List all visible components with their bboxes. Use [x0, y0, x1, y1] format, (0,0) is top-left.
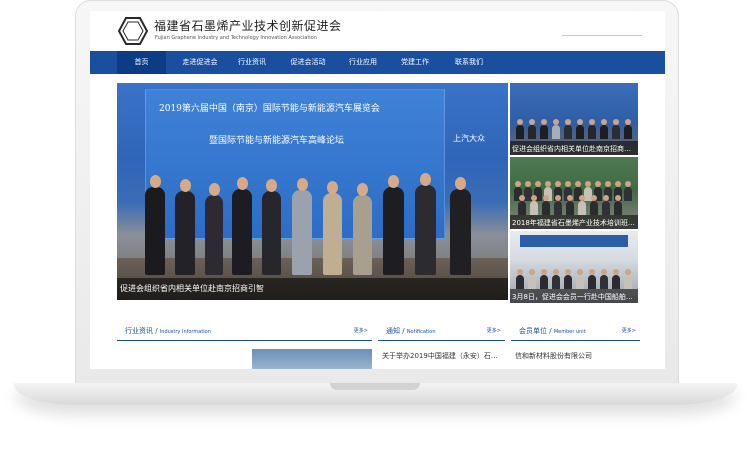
thumb-person — [540, 269, 548, 289]
nav-item-applications[interactable]: 行业应用 — [342, 51, 384, 74]
thumb-banner — [520, 235, 628, 247]
more-link[interactable]: 更多> — [622, 327, 636, 334]
thumb-person — [518, 195, 526, 215]
photo-person — [232, 177, 252, 275]
section-title-en: Member unit — [553, 329, 586, 335]
thumb-person — [528, 269, 536, 289]
nav-item-contact[interactable]: 联系我们 — [448, 51, 490, 74]
thumb-person — [552, 119, 560, 139]
thumbnail-caption: 促进会组织省内相关单位赴南京招商引智 — [512, 145, 636, 153]
section-notification: 通知 / Notification 更多> 关于举办2019中国福建（永安）石墨… — [378, 311, 505, 369]
photo-person — [145, 175, 165, 275]
section-title-cn: 会员单位 — [519, 327, 547, 335]
thumb-person — [578, 195, 586, 215]
photo-person — [415, 173, 436, 275]
thumb-person — [566, 195, 574, 215]
thumb-person — [612, 269, 620, 289]
site-title: 福建省石墨烯产业技术创新促进会 — [154, 19, 342, 33]
thumbnail-caption-bar: 促进会组织省内相关单位赴南京招商引智 — [510, 141, 638, 155]
news-thumbnail[interactable] — [252, 349, 372, 369]
nav-item-about[interactable]: 走进促进会 — [175, 51, 225, 74]
member-item[interactable]: 信和新材料股份有限公司 — [515, 351, 635, 361]
nav-item-industry-news[interactable]: 行业资讯 — [231, 51, 273, 74]
photo-person — [175, 179, 195, 275]
thumb-person — [564, 119, 572, 139]
photo-person — [383, 175, 404, 275]
hero-caption: 促进会组织省内相关单位赴南京招商引智 — [120, 284, 264, 293]
section-title-cn: 行业资讯 — [125, 327, 153, 335]
thumbnail-1[interactable]: 促进会组织省内相关单位赴南京招商引智 — [510, 83, 638, 155]
site-header: 福建省石墨烯产业技术创新促进会 Fujian Graphene Industry… — [90, 11, 665, 51]
thumb-person — [576, 269, 584, 289]
section-title: 会员单位 / Member unit — [519, 327, 586, 335]
thumbnail-caption-bar: 2018年福建省石墨烯产业技术培训班圆满结束 — [510, 215, 638, 229]
thumbnail-caption: 3月8日，促进会会员一行赴中国船舶重工集团 — [512, 293, 636, 301]
thumb-person — [516, 119, 524, 139]
section-title-en: Notification — [406, 329, 436, 335]
thumb-person — [588, 119, 596, 139]
main-nav: 首页 走进促进会 行业资讯 促进会活动 行业应用 党建工作 联系我们 — [90, 51, 665, 74]
thumb-person — [590, 195, 598, 215]
thumbnail-2[interactable]: 2018年福建省石墨烯产业技术培训班圆满结束 — [510, 157, 638, 229]
more-link[interactable]: 更多> — [487, 327, 501, 334]
thumb-person — [624, 119, 632, 139]
section-title: 通知 / Notification — [386, 327, 436, 335]
photo-person — [205, 183, 223, 275]
site-subtitle: Fujian Graphene Industry and Technology … — [155, 35, 317, 41]
more-link[interactable]: 更多> — [354, 327, 368, 334]
nav-item-home[interactable]: 首页 — [117, 51, 166, 74]
photo-person — [450, 177, 471, 275]
thumb-person — [554, 195, 562, 215]
thumb-person — [600, 119, 608, 139]
section-member-units: 会员单位 / Member unit 更多> 信和新材料股份有限公司 — [511, 311, 640, 369]
search-underline[interactable] — [562, 35, 642, 36]
thumb-person — [624, 269, 632, 289]
thumb-person — [528, 119, 536, 139]
thumb-person — [624, 181, 632, 201]
photo-person — [262, 179, 281, 275]
thumb-person — [530, 195, 538, 215]
thumb-person — [602, 195, 610, 215]
thumb-person — [612, 119, 620, 139]
photo-person — [323, 181, 342, 275]
thumbnail-3[interactable]: 3月8日，促进会会员一行赴中国船舶重工集团 — [510, 231, 638, 303]
section-title-cn: 通知 — [386, 327, 400, 335]
notice-item[interactable]: 关于举办2019中国福建（永安）石墨烯 — [382, 351, 500, 361]
thumb-person — [576, 119, 584, 139]
browser-viewport: 福建省石墨烯产业技术创新促进会 Fujian Graphene Industry… — [90, 11, 665, 369]
nav-item-activities[interactable]: 促进会活动 — [282, 51, 334, 74]
section-header: 通知 / Notification 更多> — [378, 321, 505, 341]
thumb-person — [564, 269, 572, 289]
thumbnail-caption: 2018年福建省石墨烯产业技术培训班圆满结束 — [512, 219, 636, 227]
photo-person — [292, 178, 312, 275]
section-header: 行业资讯 / Industry Information 更多> — [117, 321, 372, 341]
hero-slide[interactable]: 2019第六届中国（南京）国际节能与新能源汽车展览会 暨国际节能与新能源汽车高峰… — [117, 83, 508, 300]
hero-banner-line2: 暨国际节能与新能源汽车高峰论坛 — [209, 136, 345, 146]
photo-person — [353, 183, 372, 275]
section-title: 行业资讯 / Industry Information — [125, 327, 211, 335]
section-header: 会员单位 / Member unit 更多> — [511, 321, 640, 341]
laptop-notch — [330, 383, 420, 390]
hexagon-logo-icon[interactable] — [117, 15, 149, 47]
section-industry-info: 行业资讯 / Industry Information 更多> — [117, 311, 372, 369]
nav-item-party-work[interactable]: 党建工作 — [394, 51, 436, 74]
thumb-person — [516, 269, 524, 289]
thumb-person — [588, 269, 596, 289]
hero-brand-mark: 上汽大众 — [453, 134, 485, 143]
thumb-person — [600, 269, 608, 289]
thumb-person — [552, 269, 560, 289]
hero-banner-line1: 2019第六届中国（南京）国际节能与新能源汽车展览会 — [159, 104, 380, 114]
thumbnail-caption-bar: 3月8日，促进会会员一行赴中国船舶重工集团 — [510, 289, 638, 303]
thumb-person — [540, 119, 548, 139]
thumb-person — [542, 195, 550, 215]
thumb-person — [614, 195, 622, 215]
section-title-en: Industry Information — [159, 329, 211, 335]
